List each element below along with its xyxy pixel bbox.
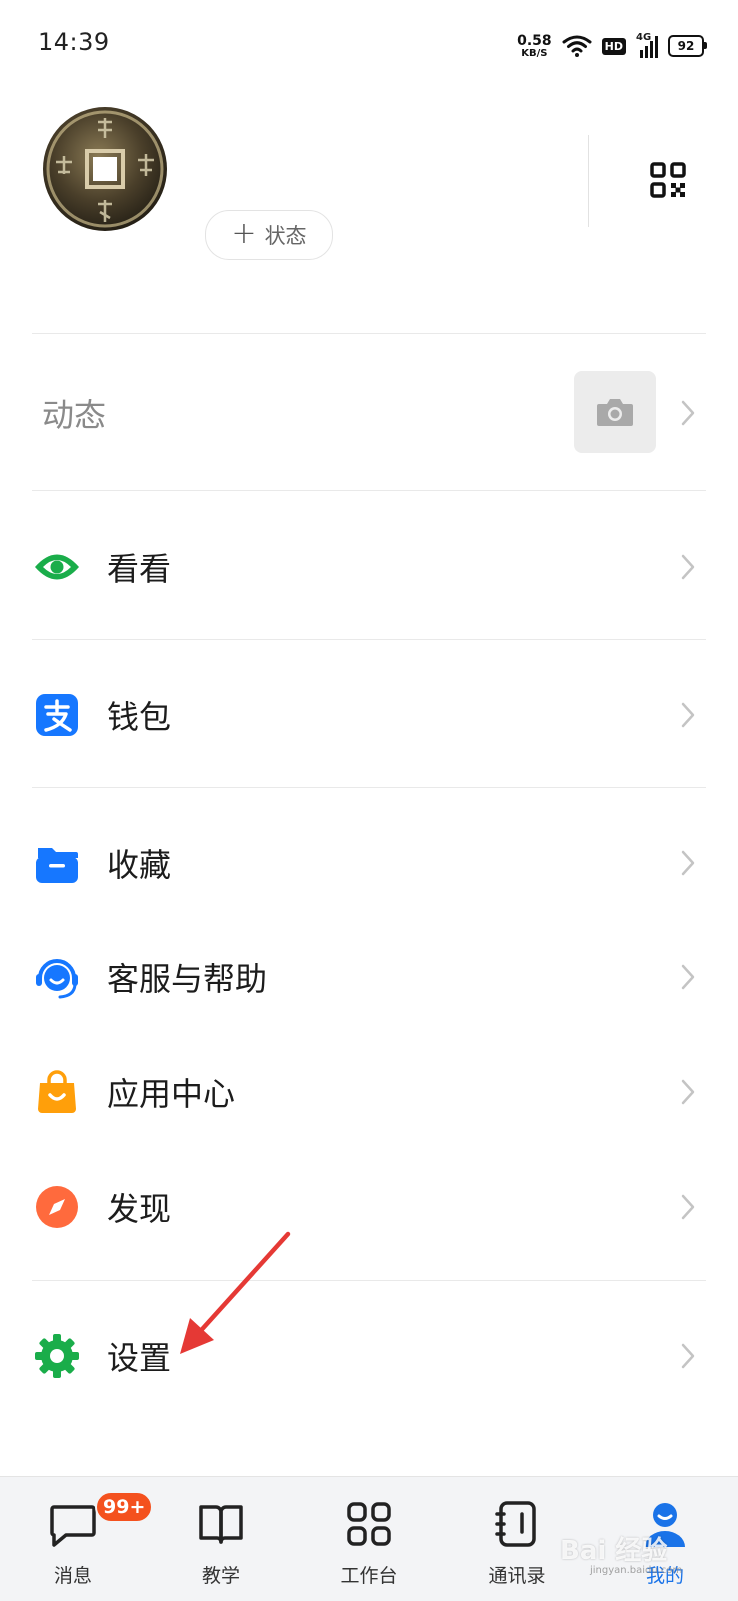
chevron-right-icon xyxy=(681,964,695,990)
chat-icon xyxy=(50,1505,96,1547)
menu-item-label: 设置 xyxy=(107,1339,172,1377)
chevron-right-icon xyxy=(681,1079,695,1105)
coin-avatar-image xyxy=(40,104,170,234)
chevron-right-icon xyxy=(681,1194,695,1220)
alipay-wallet-icon xyxy=(36,694,78,736)
divider xyxy=(32,1280,706,1281)
eye-icon xyxy=(35,554,79,580)
compass-icon xyxy=(36,1186,78,1228)
contacts-book-icon xyxy=(495,1501,536,1547)
battery-indicator: 92 xyxy=(668,35,707,57)
menu-item-label: 客服与帮助 xyxy=(107,960,268,998)
menu-item-settings[interactable]: 设置 xyxy=(0,1301,738,1411)
add-status-label: 状态 xyxy=(264,224,307,248)
bottom-navigation: 99+ 消息 教学 工作台 通讯录 我的 xyxy=(0,1476,738,1601)
menu-item-customer-service[interactable]: 客服与帮助 xyxy=(0,922,738,1032)
menu-item-label: 发现 xyxy=(107,1190,172,1228)
menu-item-favorites[interactable]: 收藏 xyxy=(0,808,738,918)
shopping-bag-icon xyxy=(38,1070,76,1113)
divider xyxy=(32,490,706,491)
chevron-right-icon xyxy=(681,1343,695,1369)
status-icons: 0.58 KB/S HD 4G 92 xyxy=(517,28,707,64)
status-bar: 14:39 0.58 KB/S HD 4G 92 xyxy=(0,0,738,90)
qr-code-button[interactable] xyxy=(650,162,686,198)
status-time: 14:39 xyxy=(38,28,110,56)
folder-icon xyxy=(36,848,78,883)
gear-icon xyxy=(35,1334,79,1378)
book-icon xyxy=(199,1505,243,1544)
nav-tab-label: 教学 xyxy=(201,1565,240,1587)
nav-tab-me[interactable]: 我的 xyxy=(605,1477,725,1601)
battery-level: 92 xyxy=(677,39,695,53)
nav-tab-messages[interactable]: 99+ 消息 xyxy=(13,1477,154,1601)
chevron-right-icon xyxy=(681,554,695,580)
unread-badge: 99+ xyxy=(95,1491,154,1523)
divider xyxy=(32,639,706,640)
menu-item-discover[interactable]: 发现 xyxy=(0,1152,738,1262)
menu-item-app-center[interactable]: 应用中心 xyxy=(0,1037,738,1147)
add-status-button[interactable]: + 状态 xyxy=(205,210,333,260)
nav-tab-workbench[interactable]: 工作台 xyxy=(309,1477,429,1601)
camera-icon xyxy=(597,399,633,426)
plus-icon: + xyxy=(231,215,257,251)
qr-code-icon xyxy=(650,162,686,198)
nav-tab-label: 工作台 xyxy=(340,1565,398,1587)
chevron-right-icon xyxy=(681,400,695,426)
nav-tab-teaching[interactable]: 教学 xyxy=(161,1477,281,1601)
menu-item-label: 应用中心 xyxy=(107,1075,236,1113)
network-speed-unit: KB/S xyxy=(521,47,548,59)
menu-item-label: 看看 xyxy=(107,550,172,588)
menu-item-kankan[interactable]: 看看 xyxy=(0,512,738,622)
network-speed: 0.58 KB/S xyxy=(517,34,552,59)
menu-item-wallet[interactable]: 钱包 xyxy=(0,660,738,770)
workbench-grid-icon xyxy=(347,1502,391,1546)
nav-tab-label: 我的 xyxy=(645,1565,684,1587)
annotation-arrow xyxy=(180,1231,291,1354)
hd-voice-badge: HD xyxy=(601,37,626,55)
chevron-right-icon xyxy=(681,702,695,728)
nav-tab-contacts[interactable]: 通讯录 xyxy=(457,1477,577,1601)
network-speed-value: 0.58 xyxy=(517,32,552,49)
divider xyxy=(32,333,706,334)
headset-icon xyxy=(36,959,78,999)
nav-tab-label: 消息 xyxy=(53,1565,92,1587)
menu-item-label: 收藏 xyxy=(107,846,172,884)
chevron-right-icon xyxy=(681,850,695,876)
profile-person-icon xyxy=(645,1503,685,1547)
cellular-signal-icon: 4G xyxy=(636,32,658,58)
header-divider xyxy=(588,135,589,227)
avatar[interactable] xyxy=(40,104,170,234)
moments-camera-button[interactable] xyxy=(574,371,656,453)
nav-tab-label: 通讯录 xyxy=(488,1565,546,1587)
menu-item-label: 钱包 xyxy=(107,698,172,736)
divider xyxy=(32,787,706,788)
wifi-icon xyxy=(562,35,592,57)
network-type: 4G xyxy=(636,32,652,43)
moments-label: 动态 xyxy=(42,396,107,434)
